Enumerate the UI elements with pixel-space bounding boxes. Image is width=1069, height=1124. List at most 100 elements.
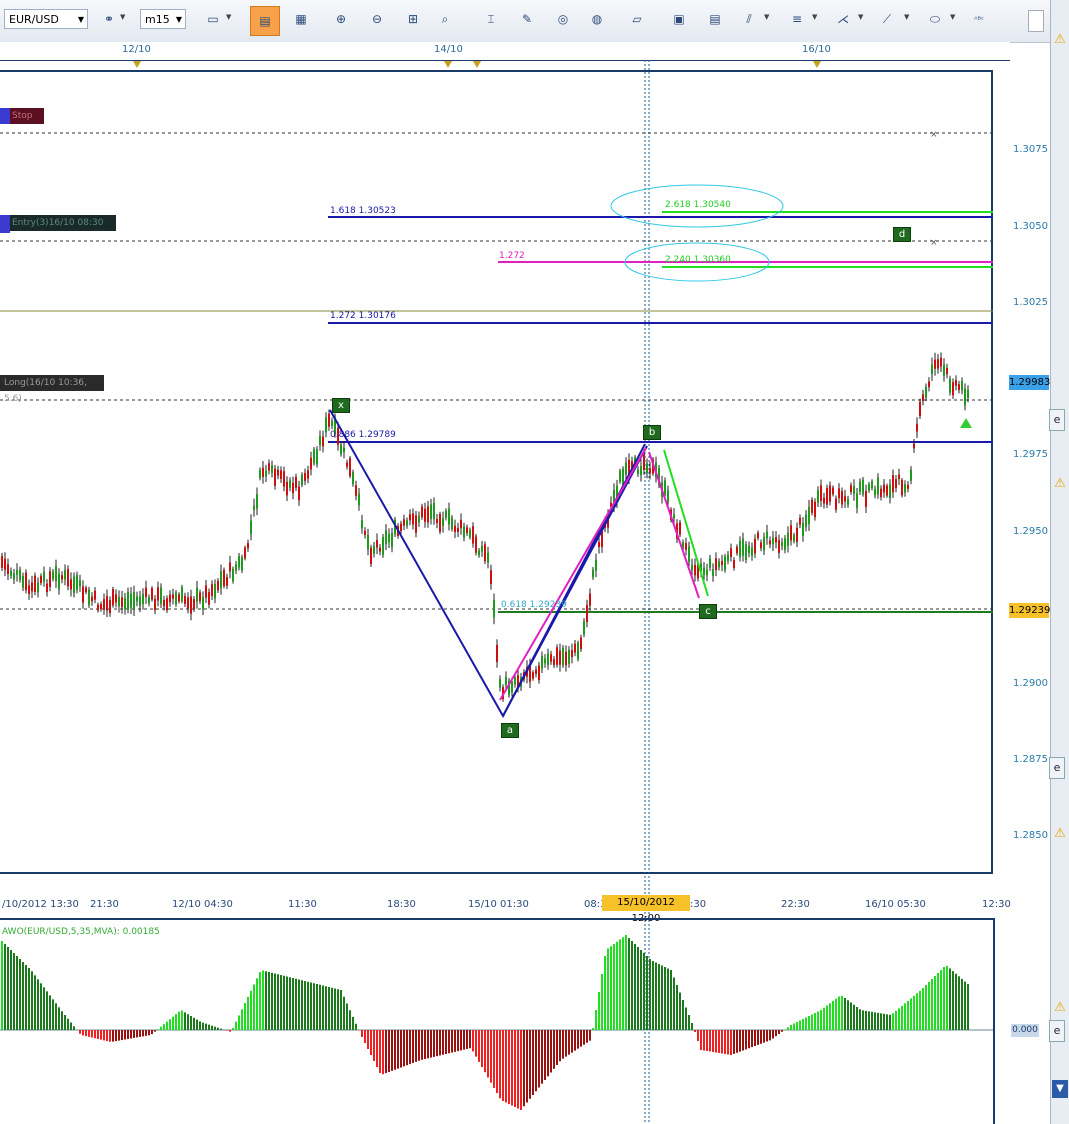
time-tick: 15/10 01:30: [468, 899, 529, 910]
candle-body: [100, 603, 102, 610]
oscillator-panel[interactable]: [0, 918, 995, 1124]
candle-body: [331, 420, 333, 426]
candle-body: [478, 550, 480, 556]
fib-label: 2.618 1.30540: [665, 200, 731, 210]
candle-body: [541, 655, 543, 669]
pattern-point-c[interactable]: c: [699, 604, 717, 619]
candle-body: [244, 547, 246, 559]
candle-body: [73, 576, 75, 593]
candle-body: [64, 570, 66, 580]
candle-body: [43, 571, 45, 582]
candle-body: [598, 542, 600, 547]
candle-body: [340, 444, 342, 455]
candle-body: [709, 558, 711, 568]
candle-body: [190, 596, 192, 614]
candle-body: [325, 417, 327, 433]
candle-body: [889, 484, 891, 499]
candle-body: [439, 514, 441, 532]
candle-body: [727, 554, 729, 561]
candle-body: [706, 569, 708, 576]
candle-body: [589, 593, 591, 606]
candle-body: [367, 534, 369, 550]
candle-body: [862, 479, 864, 495]
candle-body: [949, 378, 951, 393]
candle-body: [565, 651, 567, 666]
candle-body: [817, 490, 819, 503]
candle-body: [952, 382, 954, 396]
scroll-down-icon[interactable]: ▼: [1052, 1080, 1068, 1098]
candle-body: [160, 587, 162, 605]
level-price-tag: 1.29239: [1009, 603, 1051, 618]
long-position-tag[interactable]: Long(16/10 10:36, 5.6): [0, 375, 104, 404]
candle-body: [253, 505, 255, 510]
candle-body: [799, 517, 801, 525]
candle-body: [136, 596, 138, 602]
candle-body: [940, 357, 942, 367]
candle-body: [487, 552, 489, 563]
candle-body: [436, 519, 438, 524]
candle-body: [382, 537, 384, 555]
candle-body: [124, 598, 126, 610]
pattern-point-d[interactable]: d: [893, 227, 911, 242]
candle-body: [241, 557, 243, 571]
candle-body: [304, 472, 306, 481]
candle-body: [175, 592, 177, 605]
candle-body: [592, 569, 594, 578]
candle-body: [109, 600, 111, 614]
candle-body: [130, 593, 132, 608]
warning-icon[interactable]: ⚠: [1052, 476, 1068, 492]
candle-body: [637, 469, 639, 474]
candle-body: [46, 583, 48, 593]
entry-order-tag[interactable]: Entry(3)16/10 08:30: [0, 215, 116, 231]
candle-body: [415, 515, 417, 533]
candle-body: [10, 570, 12, 576]
pattern-ab: [502, 445, 648, 717]
order-handle[interactable]: [0, 108, 10, 124]
candle-body: [922, 394, 924, 401]
marker: ×: [930, 238, 938, 248]
time-tick: 12/10 04:30: [172, 899, 233, 910]
candle-body: [307, 470, 309, 479]
candle-body: [874, 488, 876, 496]
candle-body: [217, 580, 219, 591]
order-handle[interactable]: [0, 215, 10, 233]
candle-body: [460, 519, 462, 529]
side-expand-button[interactable]: e: [1049, 1020, 1065, 1042]
candle-body: [427, 506, 429, 523]
candle-body: [403, 519, 405, 526]
candle-body: [925, 386, 927, 398]
candle-body: [868, 484, 870, 491]
fib-label: 0.886 1.29789: [330, 430, 396, 440]
candle-body: [574, 643, 576, 653]
pattern-point-x[interactable]: x: [332, 398, 350, 413]
candle-body: [166, 598, 168, 611]
side-expand-button[interactable]: e: [1049, 409, 1065, 431]
warning-icon[interactable]: ⚠: [1052, 32, 1068, 48]
candle-body: [343, 447, 345, 452]
candle-body: [466, 527, 468, 534]
candle-body: [424, 508, 426, 522]
candle-body: [412, 513, 414, 525]
candle-body: [865, 490, 867, 507]
oscillator-title: AWO(EUR/USD,5,35,MVA): 0.00185: [2, 927, 160, 937]
candle-body: [829, 485, 831, 502]
right-side-panel[interactable]: [1050, 0, 1069, 1124]
candle-body: [421, 506, 423, 518]
candle-body: [781, 541, 783, 547]
candle-body: [106, 596, 108, 611]
side-expand-button[interactable]: e: [1049, 757, 1065, 779]
candle-body: [142, 593, 144, 605]
candle-body: [739, 540, 741, 557]
candle-body: [274, 468, 276, 486]
pattern-bc-green: [663, 449, 709, 597]
pattern-point-a[interactable]: a: [501, 723, 519, 738]
pattern-point-b[interactable]: b: [643, 425, 661, 440]
candle-body: [451, 517, 453, 530]
candle-body: [1, 555, 3, 568]
warning-icon[interactable]: ⚠: [1052, 826, 1068, 842]
candle-body: [946, 367, 948, 375]
candle-body: [85, 587, 87, 593]
candle-body: [847, 498, 849, 505]
time-tick: 22:30: [781, 899, 810, 910]
warning-icon[interactable]: ⚠: [1052, 1000, 1068, 1016]
